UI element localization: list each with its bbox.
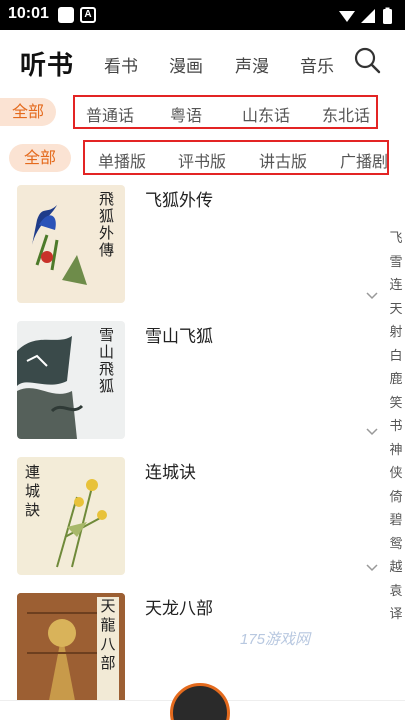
book-cover: 天龍八部 [17, 593, 125, 711]
cover-calligraphy: 連城訣 [25, 463, 41, 519]
top-header: 听书 看书 漫画 声漫 音乐 [0, 30, 405, 90]
status-icons [339, 7, 392, 24]
side-index-item[interactable]: 飞 [387, 227, 405, 251]
tab-music[interactable]: 音乐 [300, 52, 334, 77]
side-index-item[interactable]: 碧 [387, 509, 405, 533]
app-notification-icon: A [80, 7, 96, 23]
side-index-item[interactable]: 白 [387, 345, 405, 369]
status-time: 10:01 [8, 5, 49, 22]
cover-calligraphy: 雪山飛狐 [99, 326, 115, 395]
side-index[interactable]: 飞 雪 连 天 射 白 鹿 笑 书 神 侠 倚 碧 鸳 越 袁 译 [387, 227, 405, 627]
side-index-item[interactable]: 笑 [387, 392, 405, 416]
battery-icon [383, 9, 392, 24]
tab-audio-comics[interactable]: 声漫 [235, 52, 269, 77]
side-index-item[interactable]: 鸳 [387, 533, 405, 557]
list-item[interactable]: 飛狐外傳 飞狐外传 [0, 180, 370, 310]
side-index-item[interactable]: 鹿 [387, 368, 405, 392]
side-index-item[interactable]: 天 [387, 298, 405, 322]
signal-icon [361, 9, 375, 23]
notification-icon [58, 7, 74, 23]
format-filter-all[interactable]: 全部 [9, 144, 71, 172]
side-index-item[interactable]: 神 [387, 439, 405, 463]
format-option-pingshu[interactable]: 评书版 [168, 148, 236, 172]
chevron-down-icon[interactable] [366, 292, 378, 300]
side-index-item[interactable]: 连 [387, 274, 405, 298]
book-cover: 飛狐外傳 [17, 185, 125, 303]
cover-calligraphy: 飛狐外傳 [99, 190, 115, 259]
cover-calligraphy: 天龍八部 [97, 597, 119, 705]
book-title: 飞狐外传 [145, 191, 213, 211]
book-title: 连城诀 [145, 463, 196, 483]
search-icon[interactable] [352, 45, 382, 75]
watermark: 175游戏网 [240, 631, 311, 648]
book-cover: 連城訣 [17, 457, 125, 575]
language-option-mandarin[interactable]: 普通话 [76, 102, 144, 126]
side-index-item[interactable]: 袁 [387, 580, 405, 604]
side-index-item[interactable]: 越 [387, 556, 405, 580]
format-option-single[interactable]: 单播版 [88, 148, 156, 172]
format-option-jianggu[interactable]: 讲古版 [249, 148, 317, 172]
side-index-item[interactable]: 倚 [387, 486, 405, 510]
book-cover: 雪山飛狐 [17, 321, 125, 439]
book-title: 天龙八部 [145, 599, 213, 619]
language-option-dongbei[interactable]: 东北话 [310, 102, 382, 126]
format-option-radio-drama[interactable]: 广播剧 [330, 148, 398, 172]
tab-audiobooks-active[interactable]: 听书 [20, 45, 74, 82]
status-bar: 10:01 A [0, 0, 405, 30]
language-option-shandong[interactable]: 山东话 [230, 102, 302, 126]
side-index-item[interactable]: 射 [387, 321, 405, 345]
side-index-item[interactable]: 书 [387, 415, 405, 439]
side-index-item[interactable]: 雪 [387, 251, 405, 275]
chevron-down-icon[interactable] [366, 564, 378, 572]
side-index-item[interactable]: 侠 [387, 462, 405, 486]
list-item[interactable]: 雪山飛狐 雪山飞狐 [0, 316, 370, 446]
list-item[interactable]: 連城訣 连城诀 [0, 452, 370, 582]
tab-comics[interactable]: 漫画 [169, 52, 203, 77]
language-option-cantonese[interactable]: 粤语 [152, 102, 220, 126]
book-title: 雪山飞狐 [145, 327, 213, 347]
chevron-down-icon[interactable] [366, 428, 378, 436]
wifi-icon [339, 11, 355, 22]
side-index-item[interactable]: 译 [387, 603, 405, 627]
language-filter-all[interactable]: 全部 [0, 98, 56, 126]
tab-read[interactable]: 看书 [104, 52, 138, 77]
